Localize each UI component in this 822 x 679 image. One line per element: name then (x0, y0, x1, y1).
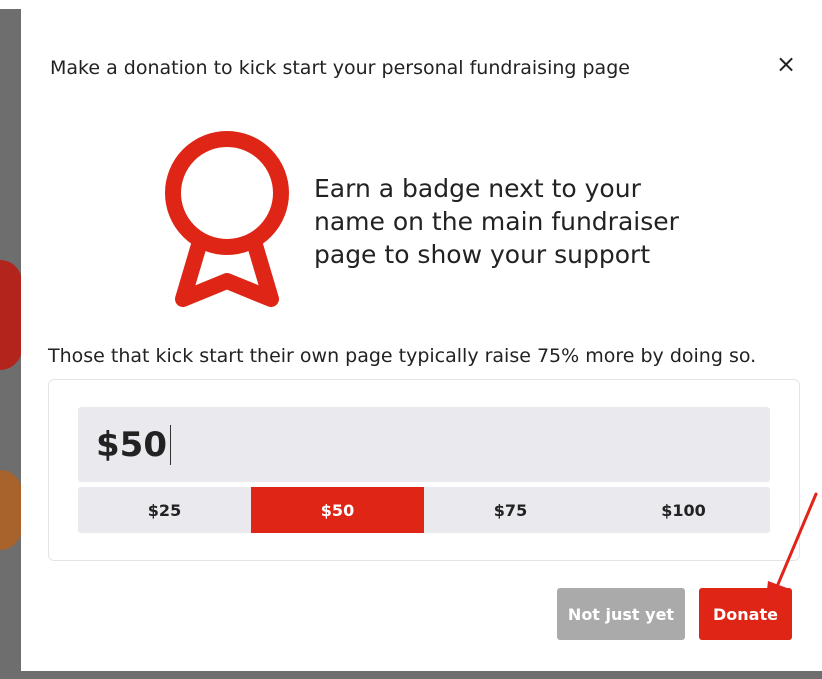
background-page-shape (0, 470, 22, 550)
preset-50-button[interactable]: $50 (251, 487, 424, 533)
text-caret (169, 424, 171, 465)
preset-100-button[interactable]: $100 (597, 487, 770, 533)
amount-input[interactable]: $50 (78, 407, 770, 482)
preset-75-button[interactable]: $75 (424, 487, 597, 533)
badge-description: Earn a badge next to your name on the ma… (314, 174, 679, 269)
red-arrow-icon (765, 492, 818, 607)
background-page-strip (0, 0, 822, 9)
amount-value: $50 (96, 424, 167, 465)
close-icon[interactable]: × (769, 47, 803, 81)
donation-modal: Make a donation to kick start your perso… (21, 9, 822, 671)
award-ribbon-icon (165, 131, 289, 307)
modal-title: Make a donation to kick start your perso… (50, 57, 630, 79)
preset-amounts: $25 $50 $75 $100 (78, 487, 770, 533)
amount-card: $50 $25 $50 $75 $100 (48, 379, 800, 561)
kick-start-note: Those that kick start their own page typ… (48, 345, 757, 367)
preset-25-button[interactable]: $25 (78, 487, 251, 533)
not-just-yet-button[interactable]: Not just yet (557, 588, 685, 640)
donate-button[interactable]: Donate (699, 588, 792, 640)
background-page-shape (0, 260, 22, 370)
